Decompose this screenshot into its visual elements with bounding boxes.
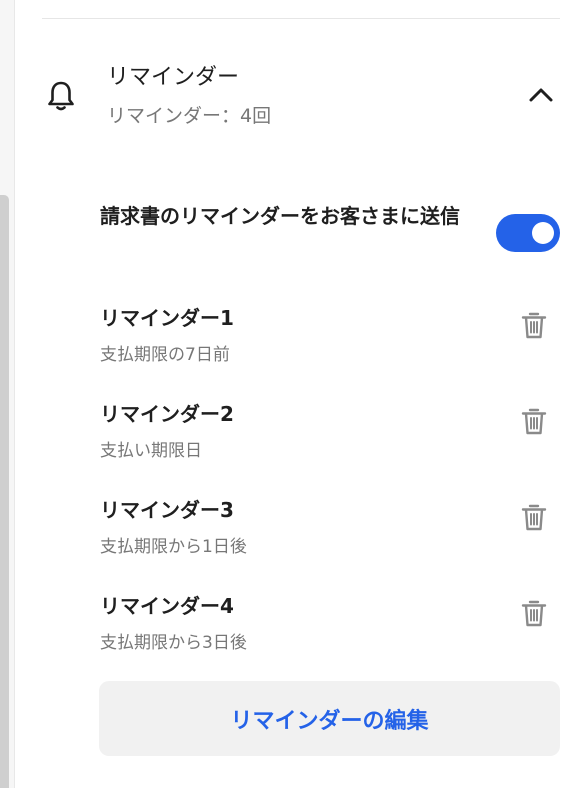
trash-icon[interactable] bbox=[520, 598, 548, 628]
send-reminders-label: 請求書のリマインダーをお客さまに送信 bbox=[100, 204, 460, 228]
reminder-item-4: リマインダー4 支払期限から3日後 bbox=[100, 590, 560, 660]
reminder-title: リマインダー2 bbox=[100, 402, 234, 426]
reminder-detail: 支払い期限日 bbox=[100, 441, 202, 461]
reminder-title: リマインダー1 bbox=[100, 306, 234, 330]
edit-reminders-button[interactable]: リマインダーの編集 bbox=[99, 681, 560, 756]
section-subtitle: リマインダー：4回 bbox=[107, 105, 272, 127]
reminder-title: リマインダー3 bbox=[100, 498, 234, 522]
reminder-section-header[interactable]: リマインダー リマインダー：4回 bbox=[42, 58, 562, 134]
reminder-item-1: リマインダー1 支払期限の7日前 bbox=[100, 302, 560, 372]
send-reminders-toggle[interactable] bbox=[496, 214, 560, 252]
chevron-up-icon[interactable] bbox=[526, 82, 556, 106]
trash-icon[interactable] bbox=[520, 310, 548, 340]
reminder-detail: 支払期限から3日後 bbox=[100, 633, 247, 653]
section-title: リマインダー bbox=[107, 65, 240, 90]
scrollbar-thumb[interactable] bbox=[0, 195, 9, 788]
reminder-item-2: リマインダー2 支払い期限日 bbox=[100, 398, 560, 468]
reminder-title: リマインダー4 bbox=[100, 594, 234, 618]
section-divider bbox=[42, 18, 560, 19]
send-reminders-setting: 請求書のリマインダーをお客さまに送信 bbox=[100, 199, 560, 269]
trash-icon[interactable] bbox=[520, 406, 548, 436]
bell-icon bbox=[48, 81, 74, 111]
toggle-knob bbox=[532, 222, 554, 244]
reminder-item-3: リマインダー3 支払期限から1日後 bbox=[100, 494, 560, 564]
reminder-settings-panel: リマインダー リマインダー：4回 請求書のリマインダーをお客さまに送信 リマイン… bbox=[0, 0, 578, 788]
reminder-detail: 支払期限の7日前 bbox=[100, 345, 230, 365]
trash-icon[interactable] bbox=[520, 502, 548, 532]
reminder-detail: 支払期限から1日後 bbox=[100, 537, 247, 557]
